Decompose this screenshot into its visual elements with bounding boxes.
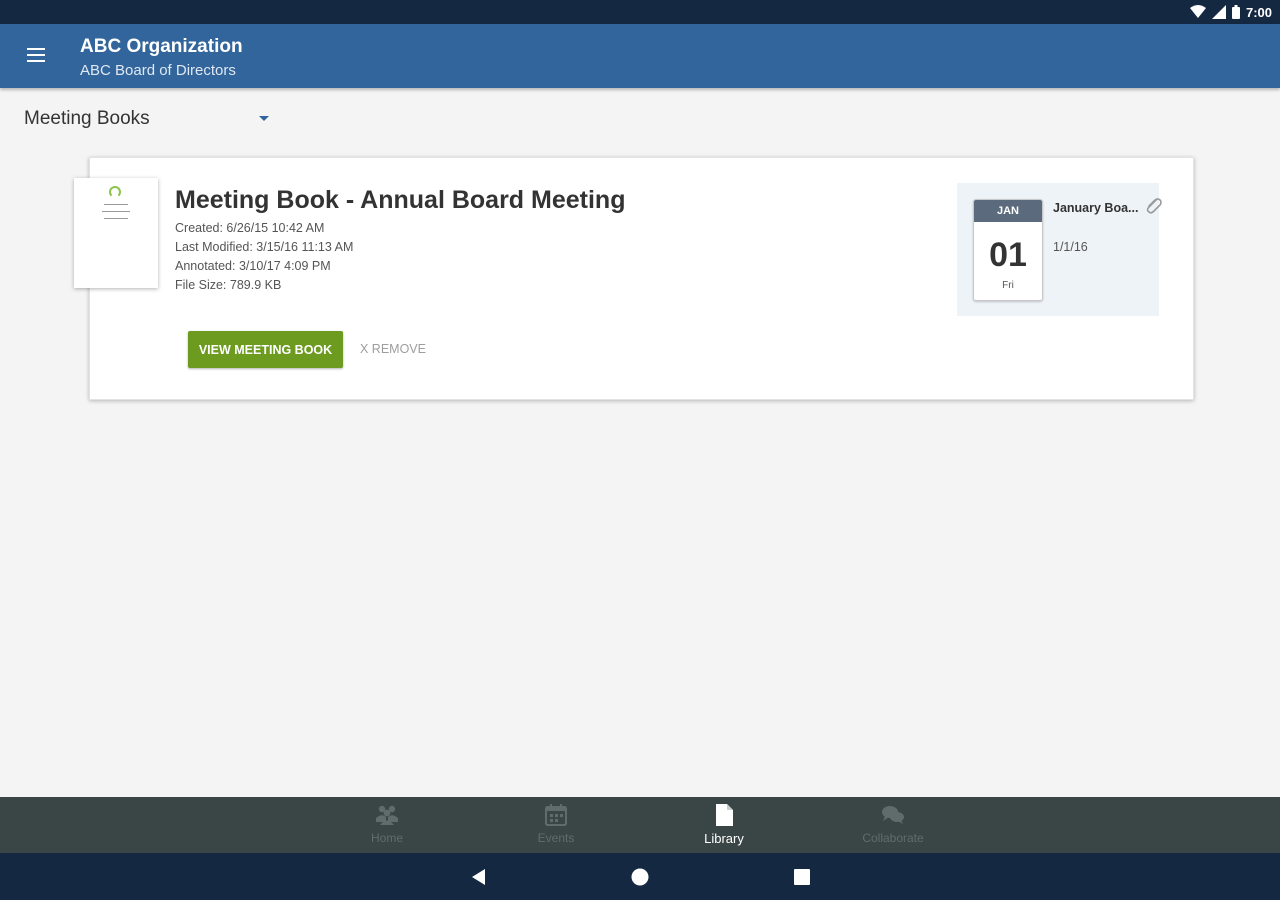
event-weekday: Fri [1002,280,1014,291]
linked-event[interactable]: JAN 01 Fri January Boa... 1/1/16 [957,183,1162,316]
home-circle-icon[interactable] [628,865,652,889]
status-icons: 7:00 [1189,3,1272,21]
meeting-book-title: Meeting Book - Annual Board Meeting [175,186,626,214]
people-icon [376,805,398,825]
wifi-icon [1189,5,1206,18]
status-bar: 7:00 [0,0,1280,24]
file-size: File Size: 789.9 KB [175,278,282,292]
nav-item-home[interactable]: Home [327,797,447,853]
app-title: ABC Organization [80,36,243,57]
library-filter-dropdown[interactable]: Meeting Books [24,106,274,134]
document-icon [716,804,733,826]
menu-icon[interactable] [20,42,52,70]
nav-label-collaborate: Collaborate [862,831,924,845]
calendar-date-icon: JAN 01 Fri [973,199,1043,301]
status-time: 7:00 [1245,4,1272,20]
event-date: 1/1/16 [1053,240,1088,254]
dropdown-caret-icon [259,116,269,121]
battery-icon [1231,5,1240,19]
cell-signal-icon [1211,5,1226,19]
nav-item-collaborate[interactable]: Collaborate [833,797,953,853]
app-bar: ABC Organization ABC Board of Directors [0,24,1280,88]
paperclip-icon [1146,198,1162,214]
annotated-date: Annotated: 3/10/17 4:09 PM [175,259,331,273]
bottom-navigation: Home Events Library Collaborate [0,797,1280,853]
remove-button[interactable]: X REMOVE [360,331,426,368]
created-date: Created: 6/26/15 10:42 AM [175,221,325,235]
event-name: January Boa... [1053,201,1139,215]
logo-icon [109,186,121,198]
view-meeting-book-button[interactable]: VIEW MEETING BOOK [188,331,343,368]
event-day: 01 [989,236,1027,274]
nav-label-events: Events [537,831,575,845]
calendar-icon [545,804,567,826]
filter-selected-label: Meeting Books [24,108,150,129]
last-modified-date: Last Modified: 3/15/16 11:13 AM [175,240,354,254]
nav-item-events[interactable]: Events [496,797,616,853]
event-month: JAN [974,200,1042,222]
back-icon[interactable] [467,865,491,889]
nav-label-home: Home [370,831,403,845]
system-navigation-bar [0,853,1280,900]
meeting-book-card: Meeting Book - Annual Board Meeting Crea… [74,157,1194,400]
recents-square-icon[interactable] [790,865,814,889]
nav-label-library: Library [704,831,744,846]
chat-icon [882,806,904,824]
nav-item-library[interactable]: Library [664,797,784,853]
document-thumbnail[interactable] [74,178,158,288]
app-subtitle: ABC Board of Directors [80,62,236,79]
